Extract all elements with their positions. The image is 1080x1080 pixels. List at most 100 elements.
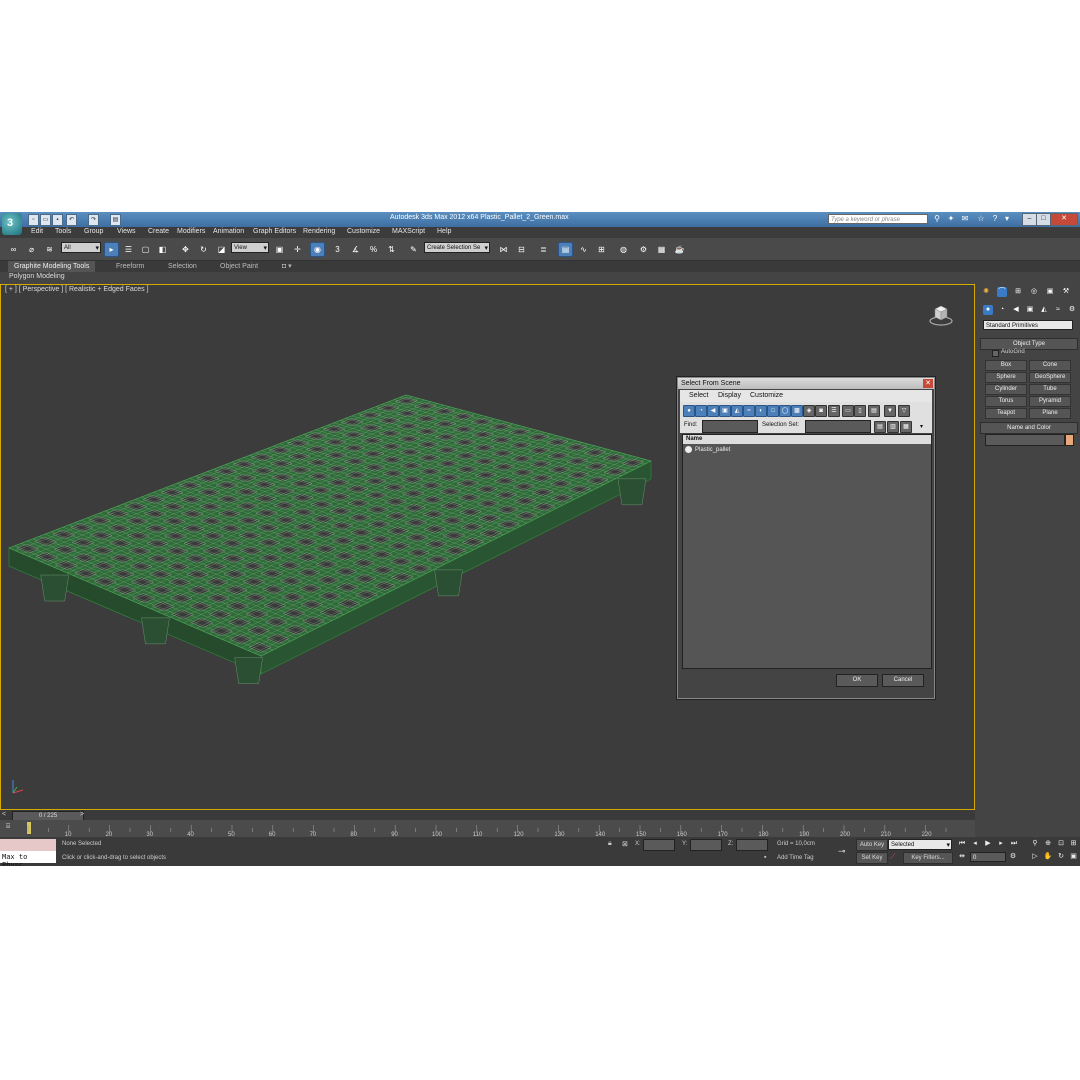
y-coordinate-input[interactable] xyxy=(690,839,722,851)
display-cameras-icon[interactable]: ▣ xyxy=(719,405,731,417)
edit-set-icon[interactable]: ▥ xyxy=(887,421,899,433)
track-bar[interactable]: ⌸ 10 20 30 40 50 60 70 80 90 100 110 120 130 140 150 16… xyxy=(0,820,975,838)
cylinder-button[interactable]: Cylinder xyxy=(985,384,1027,395)
display-all-icon[interactable]: ☰ xyxy=(828,405,840,417)
create-tab-icon[interactable]: ✺ xyxy=(981,287,991,297)
tube-button[interactable]: Tube xyxy=(1029,384,1071,395)
rotate-icon[interactable]: ↻ xyxy=(196,242,211,257)
zoom-extents-all-icon[interactable]: ⊞ xyxy=(1069,839,1078,849)
render-setup-icon[interactable]: ⚙ xyxy=(636,242,651,257)
utilities-tab-icon[interactable]: ⚒ xyxy=(1061,287,1071,297)
display-bones-icon[interactable]: ◯ xyxy=(779,405,791,417)
angle-snap-icon[interactable]: ∡ xyxy=(348,242,363,257)
menu-modifiers[interactable]: Modifiers xyxy=(177,228,205,235)
move-icon[interactable]: ✥ xyxy=(178,242,193,257)
communication-icon[interactable]: ✉ xyxy=(960,214,970,224)
tab-graphite-modeling-tools[interactable]: Graphite Modeling Tools xyxy=(8,261,96,272)
selection-set-dropdown[interactable] xyxy=(805,420,871,433)
render-production-icon[interactable]: ☕ xyxy=(672,242,687,257)
maxscript-output[interactable] xyxy=(0,839,56,851)
tab-freeform[interactable]: Freeform xyxy=(110,261,150,272)
menu-views[interactable]: Views xyxy=(117,228,136,235)
menu-tools[interactable]: Tools xyxy=(55,228,71,235)
object-color-swatch[interactable] xyxy=(1065,434,1074,446)
object-name-input[interactable] xyxy=(985,434,1065,446)
display-hidden-icon[interactable]: ◙ xyxy=(815,405,827,417)
ok-button[interactable]: OK xyxy=(836,674,878,687)
selection-lock-icon[interactable]: 🔒︎ xyxy=(608,840,612,848)
app-logo-icon[interactable]: 3 xyxy=(2,213,22,235)
next-frame-arrow-icon[interactable]: > xyxy=(80,811,84,818)
dialog-menu-display[interactable]: Display xyxy=(718,392,741,399)
display-containers-icon[interactable]: ▩ xyxy=(791,405,803,417)
search-input[interactable]: Type a keyword or phrase xyxy=(828,214,928,224)
pan-view-icon[interactable]: ✋ xyxy=(1043,852,1053,862)
filter-icon[interactable]: ▼ xyxy=(884,405,896,417)
modify-tab-icon[interactable]: ⌒ xyxy=(997,287,1007,297)
pyramid-button[interactable]: Pyramid xyxy=(1029,396,1071,407)
tab-selection[interactable]: Selection xyxy=(162,261,203,272)
orbit-icon[interactable]: ↻ xyxy=(1056,852,1066,862)
list-item[interactable]: Plastic_pallet xyxy=(685,446,730,455)
named-selection-set-dropdown[interactable]: Create Selection Se xyxy=(424,242,490,254)
maxscript-listener[interactable]: Max to Physc. xyxy=(0,839,56,866)
dialog-close-button[interactable]: ✕ xyxy=(923,379,933,388)
display-shapes-icon[interactable]: ◔ xyxy=(695,405,707,417)
plane-button[interactable]: Plane xyxy=(1029,408,1071,419)
subscription-icon[interactable]: ✦ xyxy=(946,214,956,224)
keyboard-shortcut-override-icon[interactable]: ◉ xyxy=(310,242,325,257)
layer-manager-icon[interactable]: ≣ xyxy=(536,242,551,257)
display-frozen-icon[interactable]: ◈ xyxy=(803,405,815,417)
edit-named-selections-icon[interactable]: ✎ xyxy=(406,242,421,257)
key-icon[interactable]: ⟋ xyxy=(890,852,896,862)
cameras-category-icon[interactable]: ▣ xyxy=(1025,305,1035,315)
display-lights-icon[interactable]: ◀ xyxy=(707,405,719,417)
percent-snap-icon[interactable]: % xyxy=(366,242,381,257)
display-tab-icon[interactable]: ▣ xyxy=(1045,287,1055,297)
key-mode-dropdown[interactable]: Selected xyxy=(888,839,952,851)
rendered-frame-window-icon[interactable]: ▦ xyxy=(654,242,669,257)
expand-arrow-icon[interactable]: ▾ xyxy=(920,423,923,430)
shapes-category-icon[interactable]: ◔ xyxy=(997,305,1007,315)
mirror-icon[interactable]: ⋈ xyxy=(496,242,511,257)
helpers-category-icon[interactable]: ◭ xyxy=(1039,305,1049,315)
set-key-button[interactable]: Set Key xyxy=(856,852,888,864)
menu-animation[interactable]: Animation xyxy=(213,228,244,235)
maxscript-input[interactable]: Max to Physc. xyxy=(2,853,56,866)
help-dropdown-icon[interactable]: ▾ xyxy=(1002,214,1012,224)
polygon-modeling-label[interactable]: Polygon Modeling xyxy=(9,273,65,280)
snaps-toggle-icon[interactable]: 3 xyxy=(330,242,345,257)
pivot-center-icon[interactable]: ▣ xyxy=(272,242,287,257)
select-all-icon[interactable]: ▤ xyxy=(868,405,880,417)
auto-key-button[interactable]: Auto Key xyxy=(856,839,888,851)
bind-space-warp-icon[interactable]: ≋ xyxy=(42,242,57,257)
star-icon[interactable]: ☆ xyxy=(976,214,986,224)
cone-button[interactable]: Cone xyxy=(1029,360,1071,371)
next-frame-icon[interactable]: ▸ xyxy=(996,839,1006,849)
box-button[interactable]: Box xyxy=(985,360,1027,371)
x-coordinate-input[interactable] xyxy=(643,839,675,851)
object-type-rollout[interactable]: Object Type xyxy=(980,338,1078,350)
name-and-color-rollout[interactable]: Name and Color xyxy=(980,422,1078,434)
lights-category-icon[interactable]: ◀ xyxy=(1011,305,1021,315)
selection-filter-dropdown[interactable]: All xyxy=(61,242,101,254)
display-space-warps-icon[interactable]: ≈ xyxy=(743,405,755,417)
scene-object-list[interactable]: Name Plastic_pallet xyxy=(682,434,932,669)
time-configuration-icon[interactable]: ⚙ xyxy=(1008,852,1018,862)
name-column-header[interactable]: Name xyxy=(683,435,931,444)
play-icon[interactable]: ▶ xyxy=(983,839,993,849)
select-manipulate-icon[interactable]: ✛ xyxy=(290,242,305,257)
time-slider[interactable]: < 0 / 225 > xyxy=(0,810,975,821)
motion-tab-icon[interactable]: ◎ xyxy=(1029,287,1039,297)
save-icon[interactable]: ▪ xyxy=(52,214,63,226)
key-mode-toggle-icon[interactable]: ⇹ xyxy=(957,852,967,862)
menu-graph-editors[interactable]: Graph Editors xyxy=(253,228,296,235)
dialog-menu-select[interactable]: Select xyxy=(689,392,708,399)
menu-maxscript[interactable]: MAXScript xyxy=(392,228,425,235)
window-crossing-icon[interactable]: ◧ xyxy=(155,242,170,257)
tab-object-paint[interactable]: Object Paint xyxy=(214,261,264,272)
remove-set-icon[interactable]: ▦ xyxy=(900,421,912,433)
select-object-icon[interactable]: ▸ xyxy=(104,242,119,257)
display-none-icon[interactable]: ▭ xyxy=(842,405,854,417)
unlink-icon[interactable]: ⌀ xyxy=(24,242,39,257)
